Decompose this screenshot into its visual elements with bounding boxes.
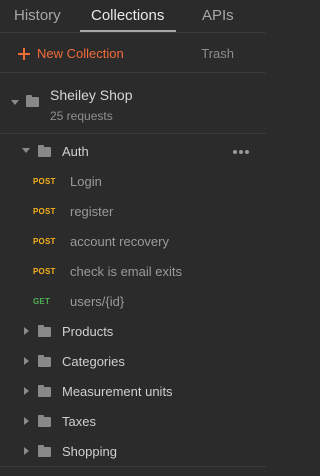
request-name: Login [70,174,102,189]
folder-categories[interactable]: Categories [0,346,266,376]
divider [0,466,266,467]
chevron-right-icon[interactable] [24,447,29,455]
folder-products[interactable]: Products [0,316,266,346]
chevron-right-icon[interactable] [24,357,29,365]
tab-apis[interactable]: APIs [202,7,234,24]
chevron-right-icon[interactable] [24,327,29,335]
request-name: check is email exits [70,264,182,279]
folder-icon [38,355,51,367]
request-item[interactable]: POST Login [0,166,266,196]
request-item[interactable]: POST account recovery [0,226,266,256]
tab-collections[interactable]: Collections [91,7,164,24]
sidebar-tabs: History Collections APIs [0,0,266,33]
folder-icon [38,145,51,157]
collections-toolbar: New Collection Trash [0,34,266,73]
folder-shopping[interactable]: Shopping [0,436,266,466]
tab-history[interactable]: History [14,7,61,24]
folder-icon [38,415,51,427]
trash-button[interactable]: Trash [201,46,234,61]
folder-label: Products [62,324,114,339]
folder-label: Shopping [62,444,117,459]
chevron-down-icon[interactable] [11,100,19,105]
request-name: users/{id} [70,294,125,309]
folder-measurement-units[interactable]: Measurement units [0,376,266,406]
folder-label: Categories [62,354,125,369]
folder-taxes[interactable]: Taxes [0,406,266,436]
request-item[interactable]: POST check is email exits [0,256,266,286]
folder-icon [38,325,51,337]
method-badge: POST [33,207,56,216]
more-options-icon[interactable] [233,150,249,154]
folder-auth[interactable]: Auth [0,136,266,166]
folder-icon [38,445,51,457]
method-badge: POST [33,177,56,186]
collection-name: Sheiley Shop [50,87,133,103]
method-badge: POST [33,267,56,276]
new-collection-label: New Collection [37,46,124,61]
method-badge: POST [33,237,56,246]
folder-icon [38,385,51,397]
folder-label: Auth [62,144,89,159]
request-name: account recovery [70,234,169,249]
plus-icon [18,47,30,60]
chevron-down-icon[interactable] [22,148,30,153]
request-item[interactable]: POST register [0,196,266,226]
method-badge: GET [33,297,51,306]
request-name: register [70,204,114,219]
new-collection-button[interactable]: New Collection [18,46,124,61]
chevron-right-icon[interactable] [24,387,29,395]
chevron-right-icon[interactable] [24,417,29,425]
folder-label: Measurement units [62,384,173,399]
collection-item[interactable]: Sheiley Shop 25 requests [0,73,266,134]
request-item[interactable]: GET users/{id} [0,286,266,316]
collection-request-count: 25 requests [50,109,113,123]
folder-label: Taxes [62,414,96,429]
active-tab-indicator [80,30,176,32]
collection-folder-icon [26,95,39,107]
